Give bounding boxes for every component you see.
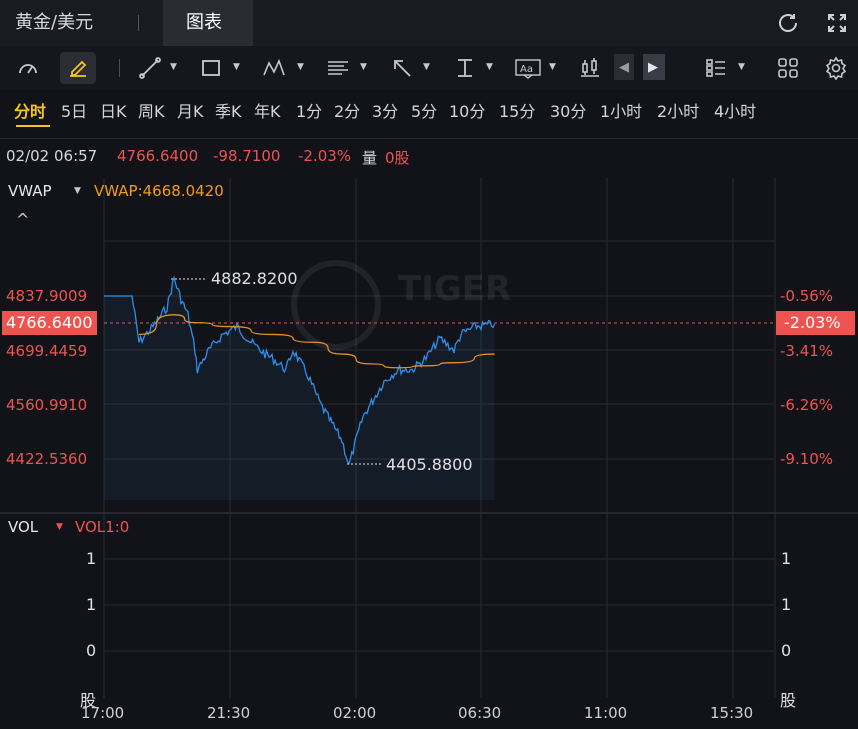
low-label: 4405.8800 (386, 455, 473, 474)
indicator-vwap-caret-icon[interactable]: ▼ (74, 186, 81, 196)
time-axis-label: 17:00 (81, 704, 125, 722)
vol-y-left-label: 1 (86, 549, 97, 568)
vol-y-right-label: 股 (780, 691, 797, 710)
y-left-label: 4422.5360 (6, 450, 88, 468)
vol-y-right-label: 1 (781, 549, 792, 568)
vol-value: VOL1:0 (75, 518, 130, 536)
svg-text:TIGER: TIGER (398, 269, 511, 309)
vwap-value: VWAP:4668.0420 (94, 182, 224, 200)
collapse-icon[interactable]: ^ (16, 210, 29, 229)
y-left-label: 4837.9009 (6, 287, 88, 305)
y-right-label: -6.26% (780, 396, 834, 414)
vol-y-left-label: 1 (86, 595, 97, 614)
price-chart[interactable]: TIGER (0, 0, 858, 729)
current-pct-tag: -2.03% (776, 311, 855, 335)
time-axis-label: 06:30 (458, 704, 502, 722)
high-label: 4882.8200 (211, 269, 298, 288)
y-left-label: 4699.4459 (6, 342, 88, 360)
vol-y-right-label: 1 (781, 595, 792, 614)
y-right-label: -9.10% (780, 450, 834, 468)
time-axis-label: 21:30 (207, 704, 251, 722)
indicator-vwap[interactable]: VWAP (8, 182, 52, 200)
indicator-vol-caret-icon[interactable]: ▼ (56, 522, 63, 532)
indicator-vol[interactable]: VOL (8, 518, 38, 536)
y-right-label: -3.41% (780, 342, 834, 360)
y-right-label: -0.56% (780, 287, 834, 305)
time-axis-label: 02:00 (333, 704, 377, 722)
time-axis-label: 15:30 (710, 704, 754, 722)
vol-y-right-label: 0 (781, 641, 792, 660)
time-axis-label: 11:00 (584, 704, 628, 722)
y-left-label: 4560.9910 (6, 396, 88, 414)
current-price-tag: 4766.6400 (2, 311, 97, 335)
vol-y-left-label: 0 (86, 641, 97, 660)
